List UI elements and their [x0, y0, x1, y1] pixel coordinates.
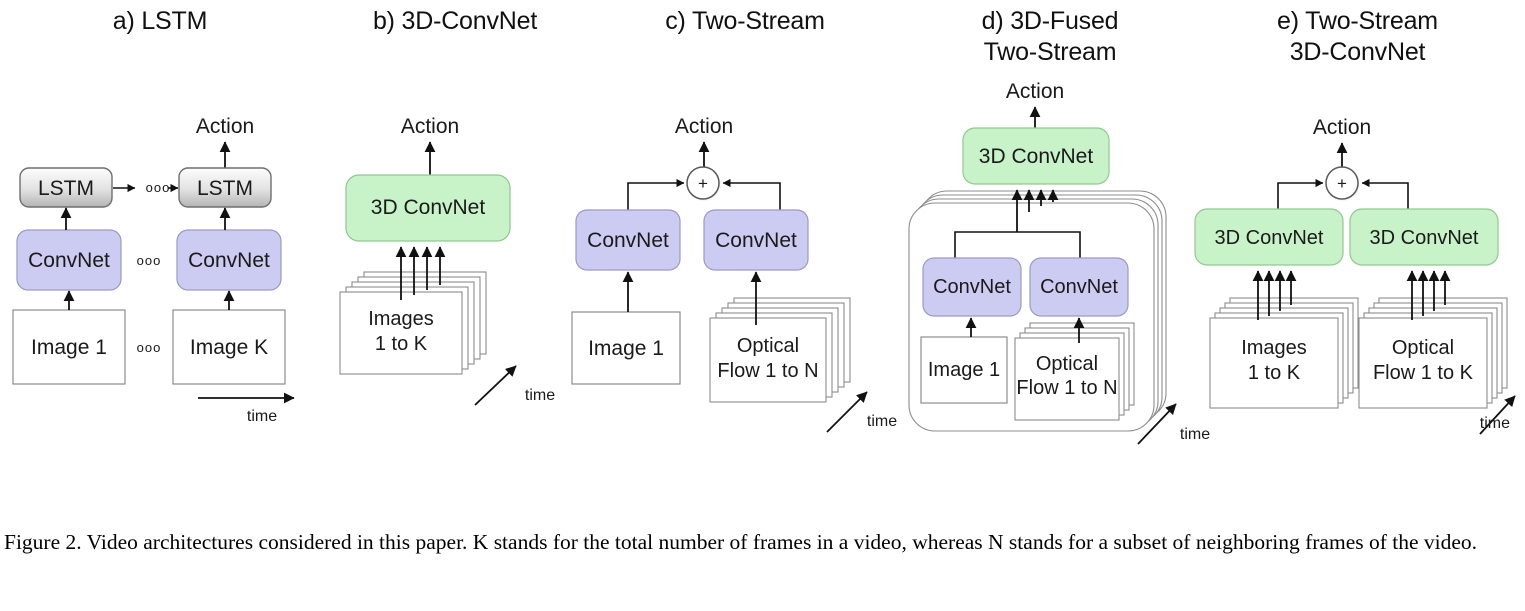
input-flow-stack-label-line2: Flow 1 to N — [1016, 377, 1117, 399]
input-image-stack-label-line2: 1 to K — [1248, 362, 1301, 384]
time-axis-label: time — [247, 408, 277, 425]
output-label-action: Action — [1006, 80, 1064, 103]
input-flow-stack-label-line2: Flow 1 to K — [1373, 362, 1474, 384]
input-frame-image1-label: Image 1 — [588, 337, 664, 360]
arrow-flow-convnet-to-fusion — [722, 178, 781, 210]
convnet-block-rgb-label: ConvNet — [587, 229, 669, 252]
panel-3d-convnet: b) 3D-ConvNet Action 3D ConvNet Images 1… — [320, 0, 590, 470]
arrow-rgb-convnet3d-to-fusion — [1277, 178, 1324, 209]
figure-diagram-area: a) LSTM Action LSTM LSTM ooo ConvNet Con… — [0, 0, 1525, 500]
convnet3d-block-flow-label: 3D ConvNet — [1370, 227, 1479, 249]
time-axis-label: time — [525, 387, 555, 404]
panel-lstm: a) LSTM Action LSTM LSTM ooo ConvNet Con… — [0, 0, 320, 470]
convnet-block-flow-label: ConvNet — [1040, 276, 1118, 298]
arrow-flow-convnet3d-to-fusion — [1361, 178, 1409, 209]
input-image-stack-label-line1: Images — [1241, 337, 1307, 359]
input-flow-stack-label-line1: Optical — [737, 335, 799, 357]
panel-two-stream-3d-convnet: e) Two-Stream 3D-ConvNet Action + 3D Con… — [1190, 0, 1525, 470]
input-flow-stack-label-line2: Flow 1 to N — [717, 360, 818, 382]
time-axis-arrow — [474, 365, 517, 406]
arrow-rgb-convnet-to-fusion — [627, 178, 685, 210]
panel-lstm-diagram: Action LSTM LSTM ooo ConvNet ConvNet ooo… — [0, 0, 320, 470]
input-flow-stack-label-line1: Optical — [1392, 337, 1454, 359]
time-axis-label: time — [1480, 415, 1510, 432]
input-image-stack-label-line2: 1 to K — [375, 333, 428, 355]
input-frame-1-label: Image 1 — [31, 336, 107, 359]
convnet3d-block-label: 3D ConvNet — [979, 145, 1094, 168]
input-flow-stack-label-line1: Optical — [1036, 353, 1098, 375]
panel-two-stream-3d-convnet-diagram: Action + 3D ConvNet 3D ConvNet Images 1 … — [1190, 0, 1525, 470]
convnet3d-block-rgb-label: 3D ConvNet — [1215, 227, 1324, 249]
lstm-block-1-label: LSTM — [38, 177, 94, 200]
input-image-stack-label-line1: Images — [368, 308, 434, 330]
panel-two-stream-diagram: Action + ConvNet ConvNet Image 1 Optical… — [571, 0, 900, 470]
figure-caption: Figure 2. Video architectures considered… — [4, 530, 1478, 554]
output-label-action: Action — [196, 115, 254, 138]
input-frame-image1-label: Image 1 — [928, 359, 1000, 381]
ellipsis-frame-row: ooo — [137, 340, 162, 355]
lstm-block-k-label: LSTM — [197, 177, 253, 200]
input-frame-k-label: Image K — [190, 336, 268, 359]
panel-3d-convnet-diagram: Action 3D ConvNet Images 1 to K time — [320, 0, 590, 470]
output-label-action: Action — [1313, 116, 1371, 139]
panel-3d-fused-two-stream-diagram: Action 3D ConvNet ConvNet ConvNet Image … — [890, 0, 1210, 470]
panel-two-stream: c) Two-Stream Action + ConvNet ConvNet I… — [571, 0, 900, 470]
panel-3d-fused-two-stream: d) 3D-Fused Two-Stream Action 3D ConvNet — [890, 0, 1210, 470]
convnet-block-k-label: ConvNet — [188, 249, 270, 272]
convnet-block-1-label: ConvNet — [28, 249, 110, 272]
convnet-block-rgb-label: ConvNet — [933, 276, 1011, 298]
ellipsis-convnet-row: ooo — [137, 253, 162, 268]
fusion-node-label: + — [1337, 174, 1347, 193]
output-label-action: Action — [401, 115, 459, 138]
convnet-block-flow-label: ConvNet — [715, 229, 797, 252]
time-axis-arrow — [826, 391, 868, 433]
convnet3d-block-label: 3D ConvNet — [371, 196, 486, 219]
output-label-action: Action — [675, 115, 733, 138]
fusion-node-label: + — [698, 174, 708, 193]
